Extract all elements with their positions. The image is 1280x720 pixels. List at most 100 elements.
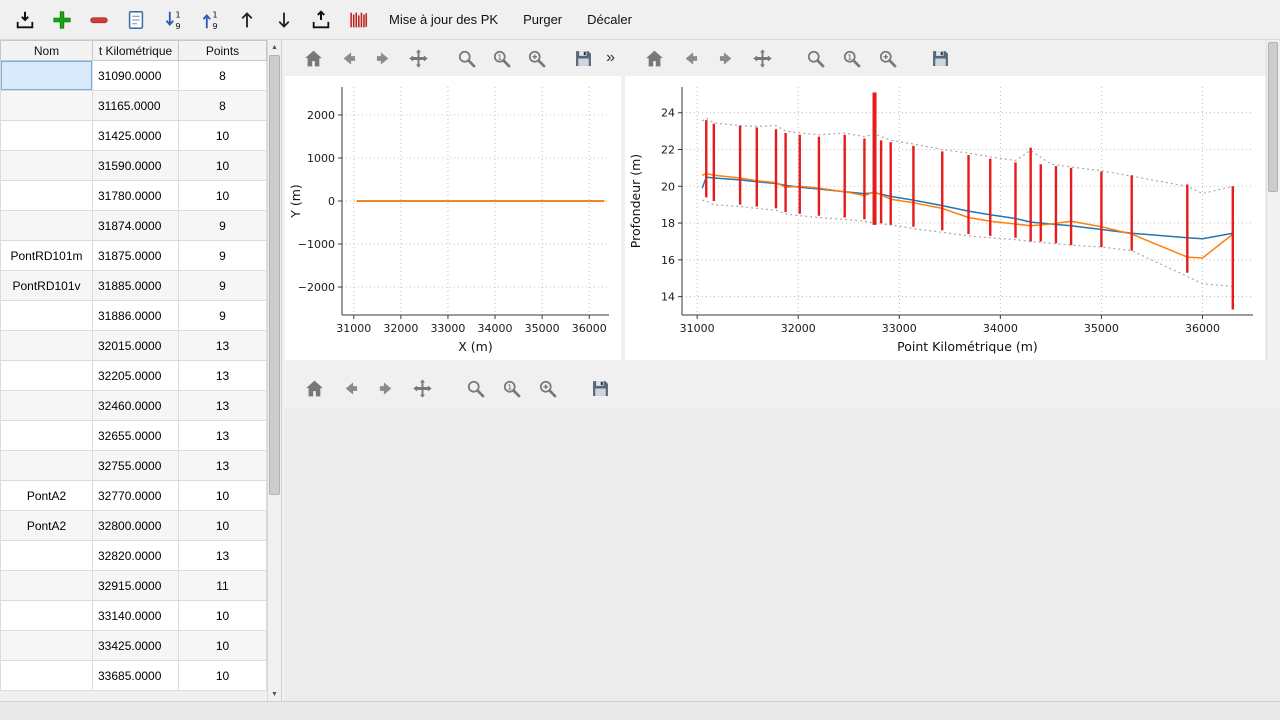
cell-pk[interactable]: 32655.0000: [93, 421, 179, 451]
cell-points[interactable]: 10: [179, 511, 267, 541]
cell-pk[interactable]: 31874.0000: [93, 211, 179, 241]
cell-nom[interactable]: [0, 541, 93, 571]
xy-chart[interactable]: 310003200033000340003500036000−2000−1000…: [285, 76, 621, 360]
forward-button[interactable]: [713, 45, 739, 71]
shift-button[interactable]: Décaler: [578, 5, 641, 35]
forward-button[interactable]: [373, 375, 399, 401]
scroll-down-arrow[interactable]: ▼: [268, 687, 281, 701]
cell-points[interactable]: 13: [179, 331, 267, 361]
zoom-1-button[interactable]: 1: [838, 45, 864, 71]
move-up-button[interactable]: [232, 5, 262, 35]
cell-points[interactable]: 9: [179, 301, 267, 331]
table-scrollbar[interactable]: ▲ ▼: [267, 40, 281, 701]
cell-points[interactable]: 13: [179, 451, 267, 481]
back-button[interactable]: [336, 45, 361, 71]
export-button[interactable]: [306, 5, 336, 35]
cell-nom[interactable]: [0, 121, 93, 151]
toolbar-overflow-chevron[interactable]: »: [606, 49, 615, 67]
cell-pk[interactable]: 32755.0000: [93, 451, 179, 481]
edit-document-button[interactable]: [121, 5, 151, 35]
cell-nom[interactable]: PontA2: [0, 511, 93, 541]
cell-nom[interactable]: [0, 601, 93, 631]
cell-pk[interactable]: 31885.0000: [93, 271, 179, 301]
cell-nom[interactable]: [0, 91, 93, 121]
save-button[interactable]: [927, 45, 953, 71]
cell-pk[interactable]: 31875.0000: [93, 241, 179, 271]
remove-row-button[interactable]: [84, 5, 114, 35]
cell-nom[interactable]: [0, 301, 93, 331]
home-button[interactable]: [301, 375, 327, 401]
cell-pk[interactable]: 32820.0000: [93, 541, 179, 571]
back-button[interactable]: [677, 45, 703, 71]
cell-nom[interactable]: PontA2: [0, 481, 93, 511]
cell-points[interactable]: 8: [179, 91, 267, 121]
cell-points[interactable]: 13: [179, 391, 267, 421]
plots-scroll-thumb[interactable]: [1268, 42, 1278, 192]
import-button[interactable]: [10, 5, 40, 35]
profiles-button[interactable]: [343, 5, 373, 35]
cell-points[interactable]: 10: [179, 661, 267, 691]
zoom-rect-button[interactable]: [524, 45, 549, 71]
zoom-1-button[interactable]: 1: [489, 45, 514, 71]
cell-nom[interactable]: [0, 331, 93, 361]
cell-nom[interactable]: [0, 181, 93, 211]
cell-pk[interactable]: 32915.0000: [93, 571, 179, 601]
cell-nom[interactable]: [0, 361, 93, 391]
cell-points[interactable]: 8: [179, 61, 267, 91]
cell-pk[interactable]: 32205.0000: [93, 361, 179, 391]
cell-nom[interactable]: [0, 421, 93, 451]
zoom-rect-button[interactable]: [874, 45, 900, 71]
cell-pk[interactable]: 31090.0000: [93, 61, 179, 91]
cell-nom[interactable]: [0, 571, 93, 601]
cell-nom[interactable]: [0, 391, 93, 421]
pan-button[interactable]: [749, 45, 775, 71]
sort-ascending-button[interactable]: 19: [195, 5, 225, 35]
cell-points[interactable]: 10: [179, 631, 267, 661]
sort-descending-button[interactable]: 19: [158, 5, 188, 35]
table-scroll-thumb[interactable]: [269, 55, 280, 495]
cell-points[interactable]: 10: [179, 151, 267, 181]
zoom-button[interactable]: [802, 45, 828, 71]
cell-pk[interactable]: 33425.0000: [93, 631, 179, 661]
cell-points[interactable]: 9: [179, 241, 267, 271]
cell-points[interactable]: 10: [179, 601, 267, 631]
cell-pk[interactable]: 33685.0000: [93, 661, 179, 691]
back-button[interactable]: [337, 375, 363, 401]
cell-pk[interactable]: 32770.0000: [93, 481, 179, 511]
zoom-button[interactable]: [462, 375, 488, 401]
forward-button[interactable]: [371, 45, 396, 71]
home-button[interactable]: [301, 45, 326, 71]
cell-points[interactable]: 9: [179, 271, 267, 301]
cell-pk[interactable]: 32015.0000: [93, 331, 179, 361]
pan-button[interactable]: [406, 45, 431, 71]
cell-points[interactable]: 13: [179, 421, 267, 451]
cell-nom[interactable]: PontRD101v: [0, 271, 93, 301]
zoom-button[interactable]: [454, 45, 479, 71]
cell-nom[interactable]: [0, 151, 93, 181]
cell-pk[interactable]: 31425.0000: [93, 121, 179, 151]
cell-pk[interactable]: 32460.0000: [93, 391, 179, 421]
save-button[interactable]: [587, 375, 613, 401]
home-button[interactable]: [641, 45, 667, 71]
pan-button[interactable]: [409, 375, 435, 401]
zoom-1-button[interactable]: 1: [498, 375, 524, 401]
cell-pk[interactable]: 32800.0000: [93, 511, 179, 541]
cell-pk[interactable]: 31590.0000: [93, 151, 179, 181]
zoom-rect-button[interactable]: [534, 375, 560, 401]
cell-pk[interactable]: 31165.0000: [93, 91, 179, 121]
cell-pk[interactable]: 33140.0000: [93, 601, 179, 631]
cell-pk[interactable]: 31780.0000: [93, 181, 179, 211]
cell-nom[interactable]: [0, 211, 93, 241]
cell-points[interactable]: 10: [179, 121, 267, 151]
scroll-up-arrow[interactable]: ▲: [268, 40, 281, 54]
save-button[interactable]: [571, 45, 596, 71]
update-pk-button[interactable]: Mise à jour des PK: [380, 5, 507, 35]
column-header-points[interactable]: Points: [179, 40, 267, 61]
purge-button[interactable]: Purger: [514, 5, 571, 35]
plots-scrollbar[interactable]: [1266, 40, 1280, 360]
add-row-button[interactable]: [47, 5, 77, 35]
cell-points[interactable]: 10: [179, 481, 267, 511]
move-down-button[interactable]: [269, 5, 299, 35]
cell-nom[interactable]: PontRD101m: [0, 241, 93, 271]
cell-pk[interactable]: 31886.0000: [93, 301, 179, 331]
